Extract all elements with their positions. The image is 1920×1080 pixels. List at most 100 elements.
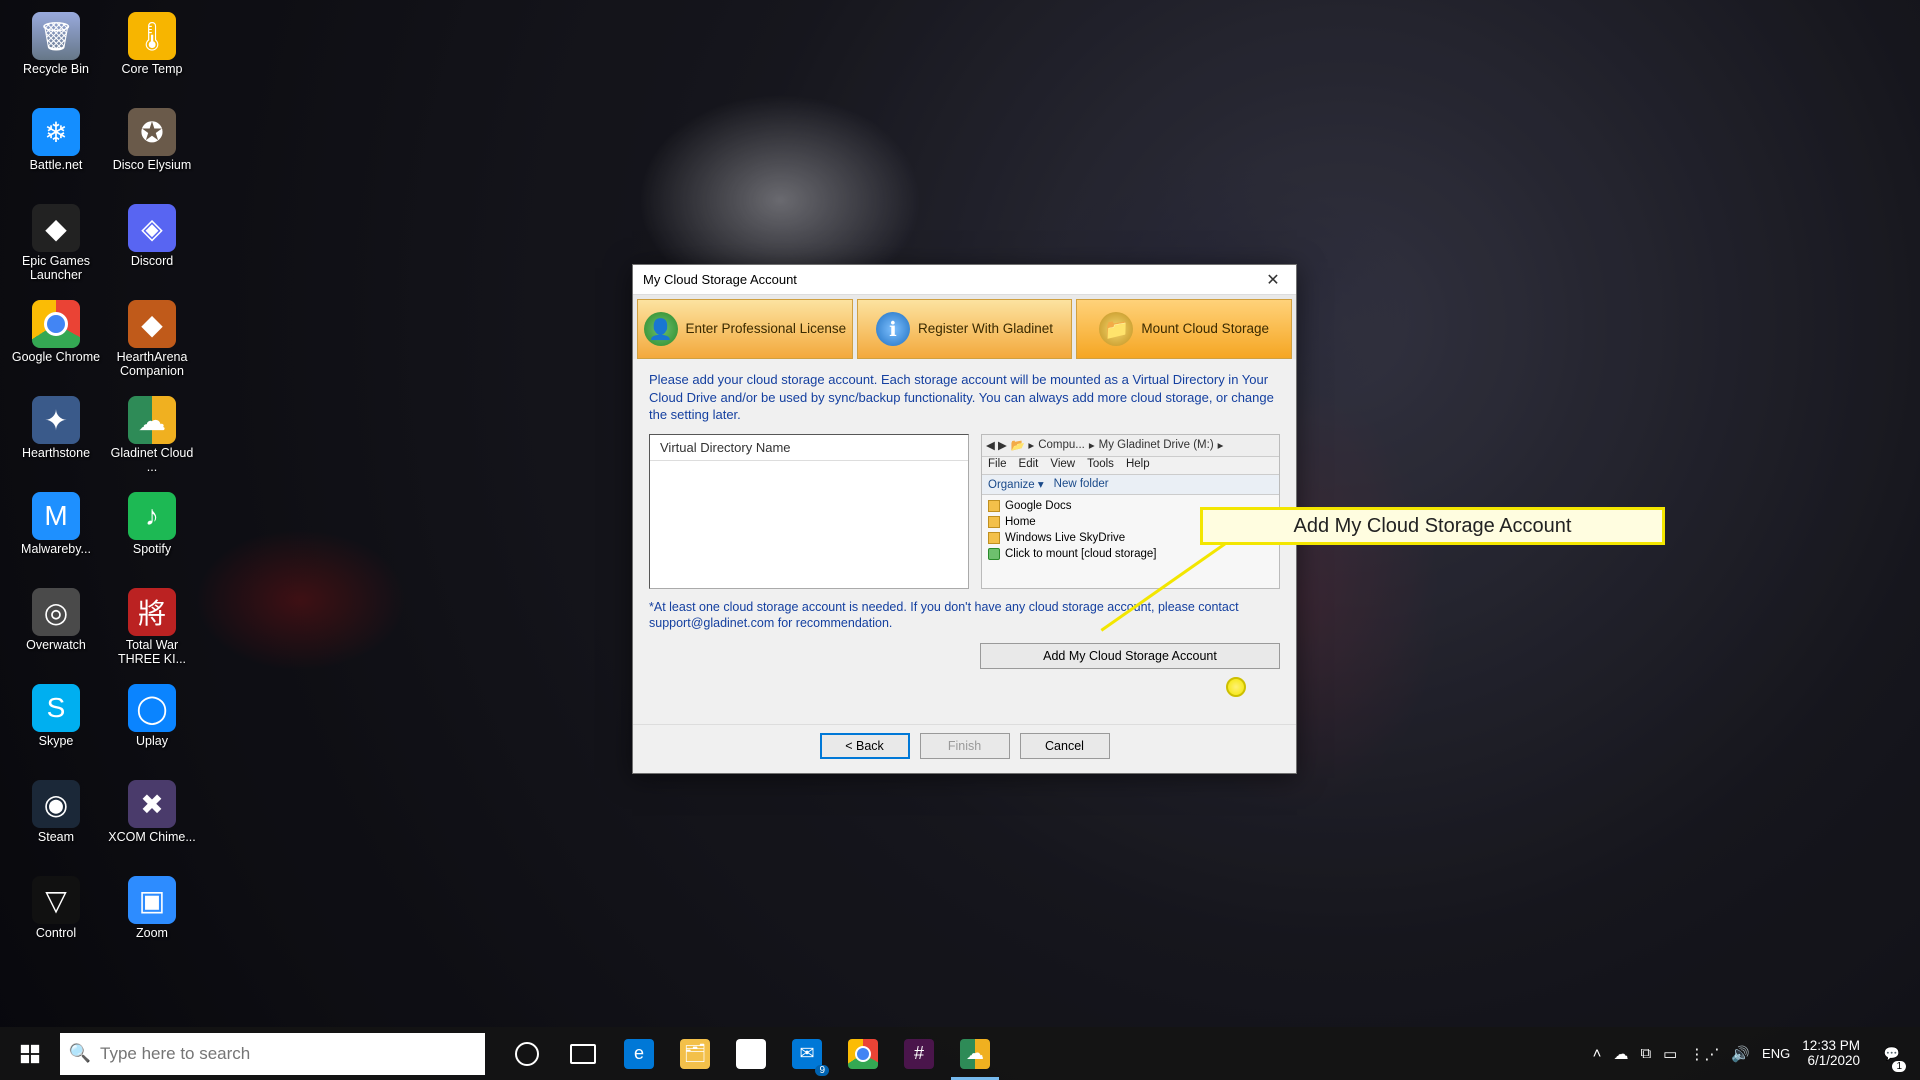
slack-icon: # [904,1039,934,1069]
desktop-icon-epic-games-launcher[interactable]: ◆Epic Games Launcher [8,200,104,296]
virtual-directory-list[interactable]: Virtual Directory Name [649,434,969,589]
desktop-icon-malwareby-[interactable]: MMalwareby... [8,488,104,584]
app-icon: ◎ [32,588,80,636]
system-tray: ˄ ☁ ⧉ ▭ ⋮⋰ 🔊 ENG 12:33 PM 6/1/2020 💬 1 [1593,1027,1920,1080]
virtual-directory-header: Virtual Directory Name [650,435,968,461]
back-button[interactable]: < Back [820,733,910,759]
app-icon: 🌡 [128,12,176,60]
tab-label: Register With Gladinet [918,321,1053,337]
explorer-item: Click to mount [cloud storage] [988,546,1273,562]
explorer-toolbar: Organize ▾ New folder [982,475,1279,495]
desktop-icon-label: Malwareby... [19,542,93,556]
task-view-button[interactable] [555,1027,611,1080]
explorer-breadcrumb: ◀ ▶ 📂 ▸ Compu... ▸ My Gladinet Drive (M:… [982,435,1279,457]
tab-label: Enter Professional License [686,321,847,337]
taskbar-app-edge[interactable]: e [611,1027,667,1080]
desktop-icon-label: Uplay [134,734,170,748]
desktop-icon-label: Steam [36,830,76,844]
dialog-titlebar[interactable]: My Cloud Storage Account ✕ [633,265,1296,295]
badge: 9 [815,1065,829,1076]
desktop-icon-control[interactable]: ▽ Control [8,872,104,968]
app-icon: ♪ [128,492,176,540]
desktop-icon-hearthstone[interactable]: ✦Hearthstone [8,392,104,488]
cortana-icon [515,1042,539,1066]
wifi-icon[interactable]: ⋮⋰ [1689,1045,1719,1063]
wizard-tab-1[interactable]: ℹRegister With Gladinet [857,299,1073,359]
tray-chevron-icon[interactable]: ˄ [1593,1045,1602,1062]
desktop: 🗑Recycle Bin❄Battle.net◆Epic Games Launc… [8,8,200,988]
desktop-icon-battle-net[interactable]: ❄Battle.net [8,104,104,200]
taskbar-app-mail[interactable]: ✉9 [779,1027,835,1080]
taskbar-app-microsoft-store[interactable]: 🛍 [723,1027,779,1080]
cancel-button[interactable]: Cancel [1020,733,1110,759]
desktop-icon-core-temp[interactable]: 🌡 Core Temp [104,8,200,104]
close-icon[interactable]: ✕ [1250,265,1296,295]
battery-icon[interactable]: ▭ [1663,1045,1677,1063]
desktop-icon-disco-elysium[interactable]: ✪Disco Elysium [104,104,200,200]
desktop-icon-label: Zoom [134,926,170,940]
edge-icon: e [624,1039,654,1069]
taskbar-app-file-explorer[interactable]: 🗂 [667,1027,723,1080]
taskbar-app-slack[interactable]: # [891,1027,947,1080]
desktop-icon-overwatch[interactable]: ◎ Overwatch [8,584,104,680]
desktop-icon-label: Gladinet Cloud ... [104,446,200,475]
app-icon: ◉ [32,780,80,828]
desktop-icon-heartharena-companion[interactable]: ◆HearthArena Companion [104,296,200,392]
taskbar-app-chrome[interactable] [835,1027,891,1080]
wizard-tab-0[interactable]: 👤Enter Professional License [637,299,853,359]
folder-icon [988,548,1000,560]
search-icon: 🔍 [60,1043,100,1064]
app-icon: ✦ [32,396,80,444]
app-icon: ▽ [32,876,80,924]
explorer-menu-item: Tools [1087,458,1114,473]
cortana-button[interactable] [499,1027,555,1080]
mail-icon: ✉ [792,1039,822,1069]
volume-icon[interactable]: 🔊 [1731,1045,1750,1063]
app-icon: 🗑 [32,12,80,60]
language-indicator[interactable]: ENG [1762,1046,1790,1061]
intro-text: Please add your cloud storage account. E… [649,371,1280,424]
taskbar-clock[interactable]: 12:33 PM 6/1/2020 [1802,1039,1860,1069]
cloud-storage-dialog: My Cloud Storage Account ✕ 👤Enter Profes… [632,264,1297,774]
search-input[interactable] [100,1044,485,1064]
action-center-button[interactable]: 💬 1 [1872,1027,1912,1080]
desktop-icon-total-war-three-ki-[interactable]: 將Total War THREE KI... [104,584,200,680]
add-cloud-storage-button[interactable]: Add My Cloud Storage Account [980,643,1280,669]
desktop-icon-label: Total War THREE KI... [104,638,200,667]
desktop-icon-label: Overwatch [24,638,88,652]
onedrive-icon[interactable]: ☁ [1613,1045,1628,1063]
explorer-toolbar-item: New folder [1054,478,1109,490]
desktop-icon-spotify[interactable]: ♪Spotify [104,488,200,584]
desktop-icon-skype[interactable]: SSkype [8,680,104,776]
desktop-icon-xcom-chime-[interactable]: ✖XCOM Chime... [104,776,200,872]
taskbar-app-gladinet[interactable]: ☁ [947,1027,1003,1080]
file-explorer-icon: 🗂 [680,1039,710,1069]
desktop-icon-recycle-bin[interactable]: 🗑Recycle Bin [8,8,104,104]
desktop-icon-label: Epic Games Launcher [8,254,104,283]
dropbox-icon[interactable]: ⧉ [1640,1045,1651,1062]
notifications-icon: 💬 [1884,1046,1900,1062]
desktop-icon-zoom[interactable]: ▣Zoom [104,872,200,968]
app-icon: ◈ [128,204,176,252]
folder-icon [988,532,1000,544]
explorer-menu-item: File [988,458,1007,473]
wizard-tab-2[interactable]: 📁Mount Cloud Storage [1076,299,1292,359]
explorer-toolbar-item: Organize ▾ [988,477,1044,491]
desktop-icon-label: Battle.net [28,158,85,172]
start-button[interactable] [0,1027,60,1080]
desktop-icon-google-chrome[interactable]: Google Chrome [8,296,104,392]
desktop-icon-label: Core Temp [120,62,185,76]
desktop-icon-label: Google Chrome [10,350,102,364]
desktop-icon-steam[interactable]: ◉ Steam [8,776,104,872]
desktop-icon-label: Skype [37,734,76,748]
folder-icon [988,516,1000,528]
gladinet-icon: ☁ [960,1039,990,1069]
desktop-icon-label: HearthArena Companion [104,350,200,379]
explorer-menu: FileEditViewToolsHelp [982,457,1279,475]
desktop-icon-uplay[interactable]: ◯Uplay [104,680,200,776]
desktop-icon-discord[interactable]: ◈Discord [104,200,200,296]
taskbar-search[interactable]: 🔍 [60,1033,485,1075]
dialog-title: My Cloud Storage Account [643,272,1250,287]
desktop-icon-gladinet-cloud-[interactable]: ☁Gladinet Cloud ... [104,392,200,488]
desktop-icon-label: Control [34,926,78,940]
